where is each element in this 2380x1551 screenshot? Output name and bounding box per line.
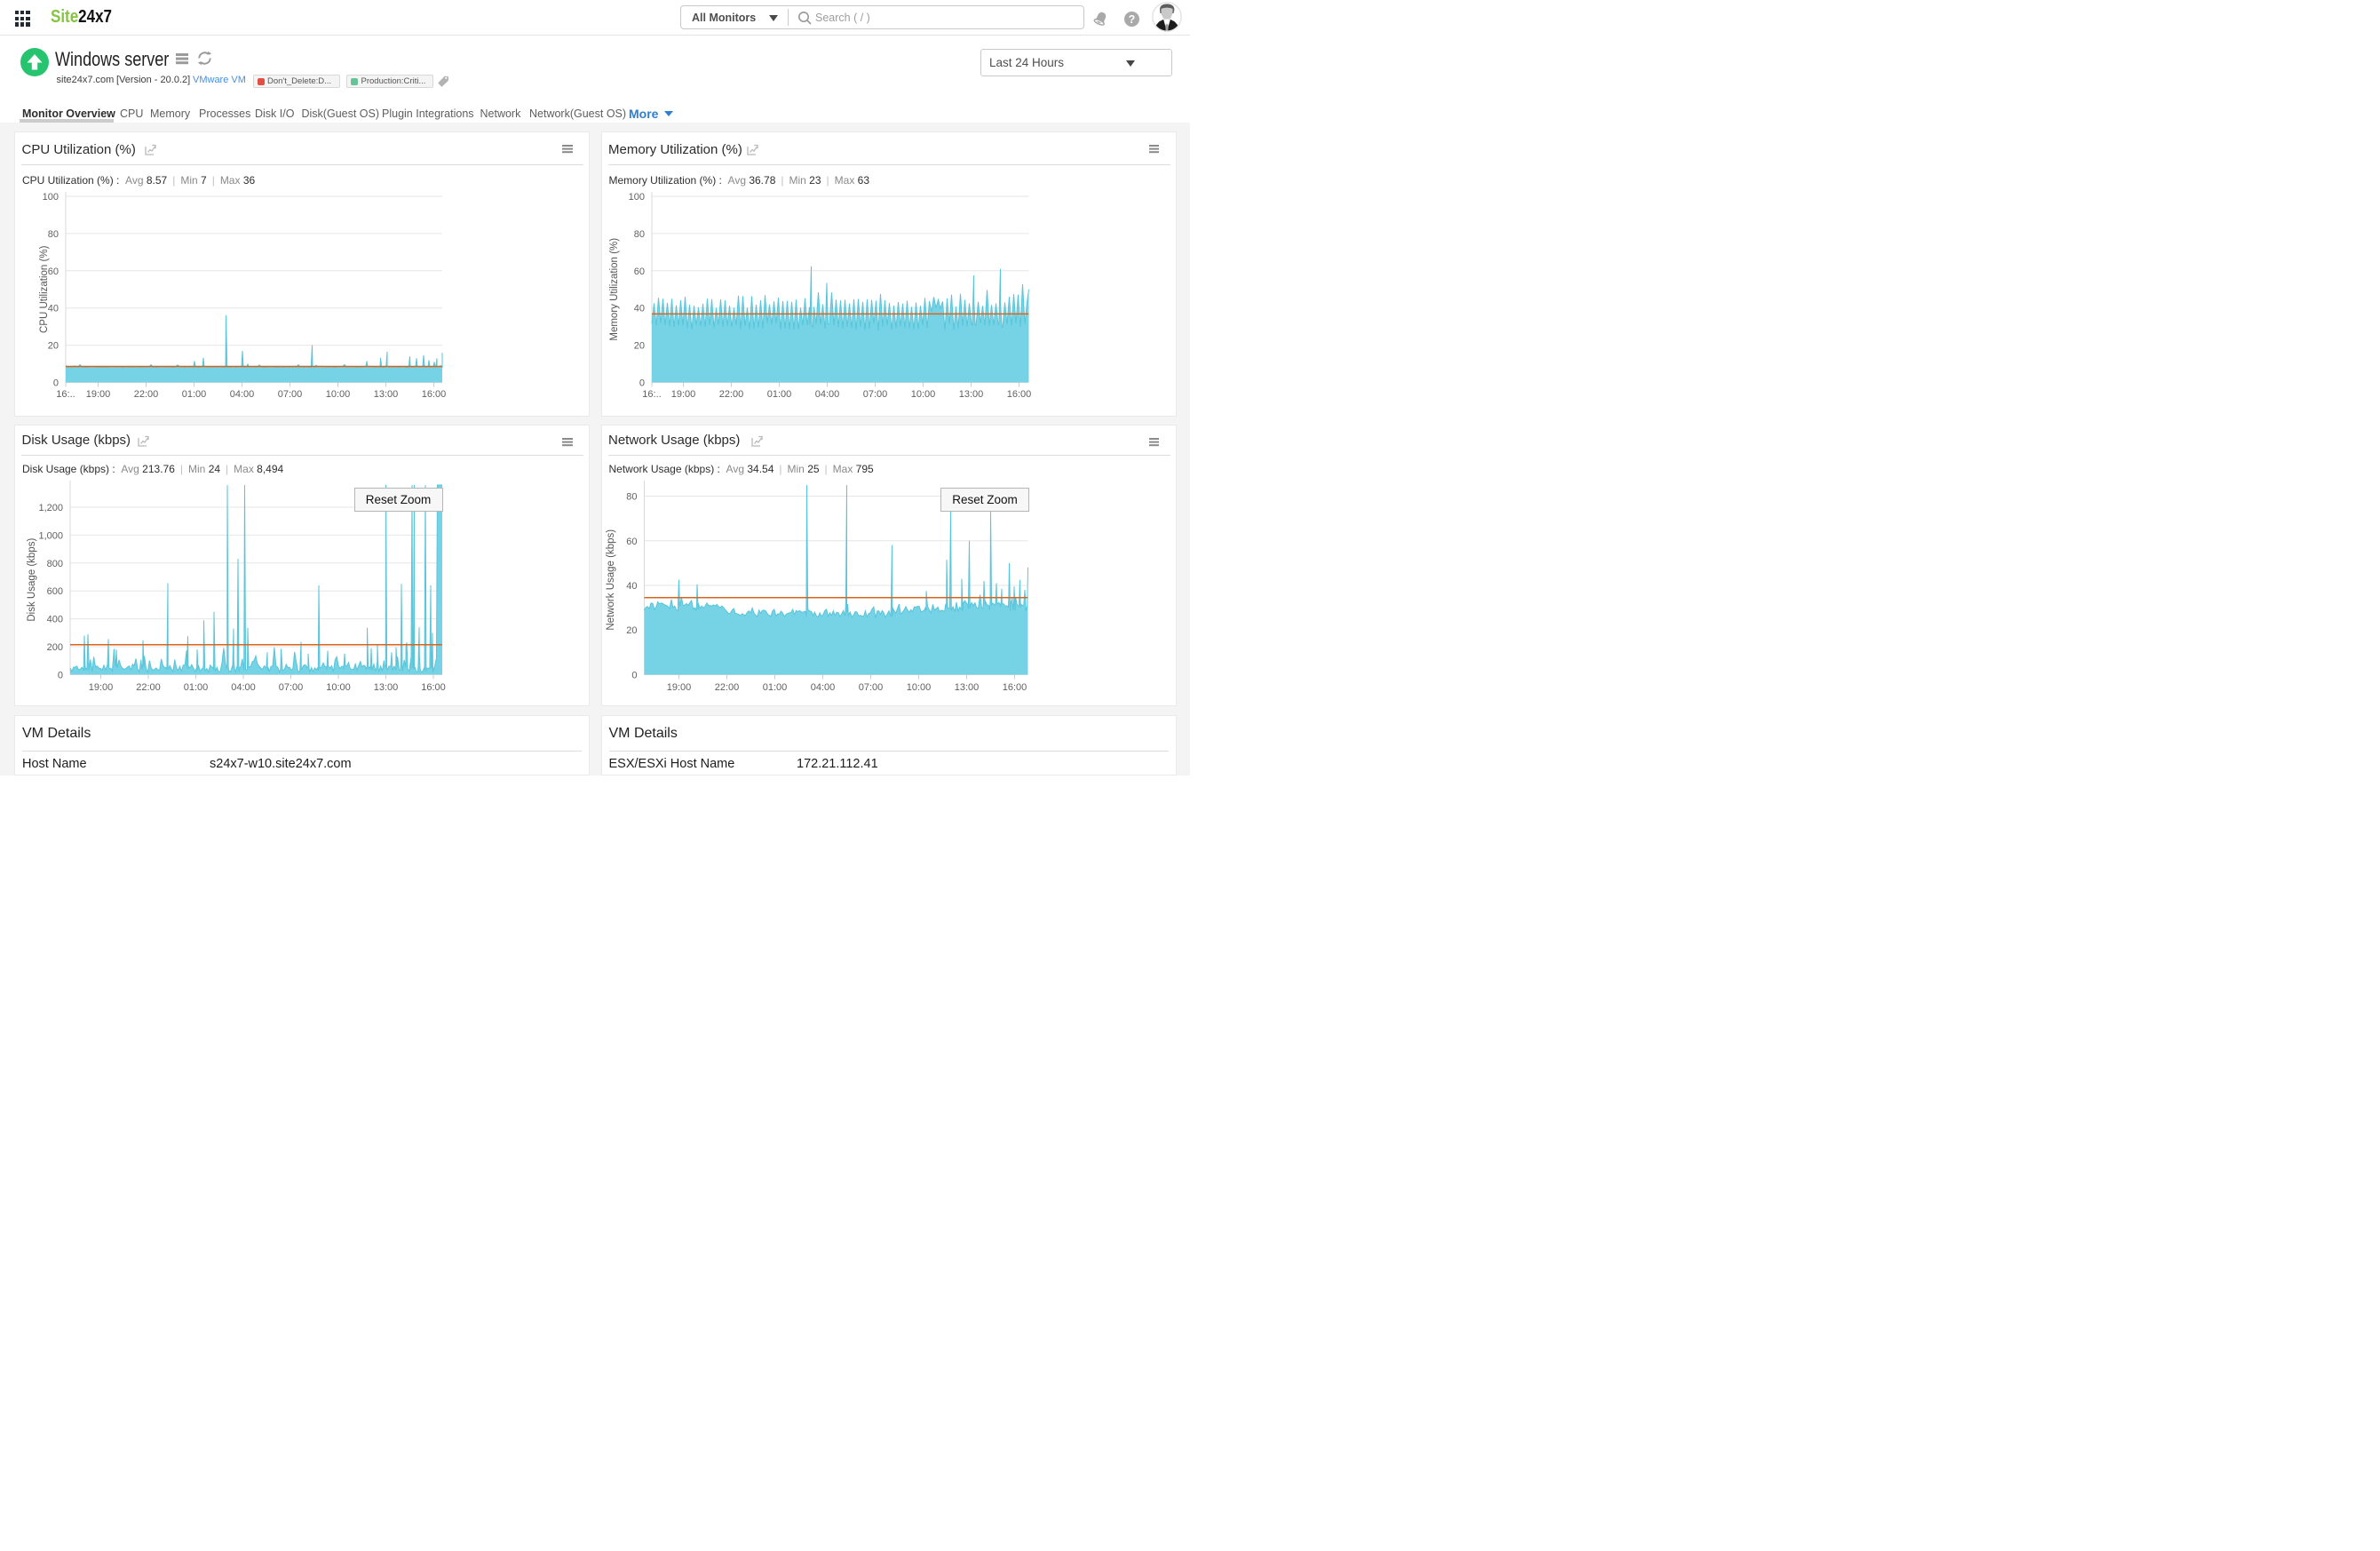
svg-text:60: 60 <box>633 266 644 277</box>
svg-text:20: 20 <box>633 341 644 352</box>
svg-text:Network Usage (kbps): Network Usage (kbps) <box>606 529 616 631</box>
svg-text:80: 80 <box>633 229 644 240</box>
svg-text:01:00: 01:00 <box>762 682 787 693</box>
svg-text:16:..: 16:.. <box>56 389 75 400</box>
svg-text:19:00: 19:00 <box>666 682 691 693</box>
svg-text:16:00: 16:00 <box>1002 682 1027 693</box>
svg-text:60: 60 <box>626 537 637 547</box>
svg-text:0: 0 <box>631 671 637 681</box>
svg-text:22:00: 22:00 <box>714 682 739 693</box>
svg-text:200: 200 <box>47 642 63 653</box>
svg-text:22:00: 22:00 <box>718 389 743 400</box>
svg-text:07:00: 07:00 <box>858 682 883 693</box>
svg-text:600: 600 <box>47 586 63 597</box>
svg-text:800: 800 <box>47 559 63 569</box>
svg-text:04:00: 04:00 <box>231 682 256 693</box>
svg-text:19:00: 19:00 <box>86 389 111 400</box>
svg-text:13:00: 13:00 <box>374 682 399 693</box>
svg-text:13:00: 13:00 <box>374 389 399 400</box>
svg-text:?: ? <box>1129 13 1136 26</box>
svg-text:0: 0 <box>53 378 59 389</box>
svg-text:01:00: 01:00 <box>182 389 207 400</box>
svg-text:1,000: 1,000 <box>38 530 63 541</box>
svg-text:1,200: 1,200 <box>38 503 63 513</box>
svg-text:20: 20 <box>626 625 637 636</box>
svg-text:16:..: 16:.. <box>642 389 661 400</box>
svg-text:10:00: 10:00 <box>910 389 935 400</box>
svg-text:10:00: 10:00 <box>906 682 931 693</box>
svg-text:13:00: 13:00 <box>958 389 983 400</box>
svg-text:19:00: 19:00 <box>89 682 114 693</box>
svg-text:0: 0 <box>58 670 63 680</box>
svg-text:CPU Utilization (%): CPU Utilization (%) <box>39 245 50 333</box>
svg-text:0: 0 <box>639 378 644 389</box>
svg-text:20: 20 <box>48 341 59 352</box>
svg-text:22:00: 22:00 <box>136 682 161 693</box>
svg-text:Disk Usage (kbps): Disk Usage (kbps) <box>27 538 37 622</box>
svg-text:01:00: 01:00 <box>766 389 791 400</box>
svg-text:100: 100 <box>43 192 59 203</box>
svg-text:07:00: 07:00 <box>862 389 887 400</box>
svg-text:10:00: 10:00 <box>326 389 351 400</box>
svg-text:40: 40 <box>633 304 644 314</box>
svg-text:100: 100 <box>628 192 644 203</box>
svg-text:16:00: 16:00 <box>422 389 447 400</box>
svg-text:04:00: 04:00 <box>230 389 255 400</box>
svg-text:19:00: 19:00 <box>670 389 695 400</box>
svg-text:Memory Utilization (%): Memory Utilization (%) <box>609 238 620 341</box>
svg-text:01:00: 01:00 <box>184 682 209 693</box>
svg-text:16:00: 16:00 <box>1006 389 1031 400</box>
svg-text:80: 80 <box>626 492 637 503</box>
svg-text:07:00: 07:00 <box>279 682 304 693</box>
svg-text:16:00: 16:00 <box>421 682 446 693</box>
svg-text:22:00: 22:00 <box>134 389 159 400</box>
svg-text:04:00: 04:00 <box>810 682 835 693</box>
svg-text:400: 400 <box>47 615 63 625</box>
svg-text:80: 80 <box>48 229 59 240</box>
svg-text:40: 40 <box>626 581 637 592</box>
svg-text:13:00: 13:00 <box>954 682 979 693</box>
svg-text:10:00: 10:00 <box>326 682 351 693</box>
svg-text:07:00: 07:00 <box>278 389 303 400</box>
svg-text:04:00: 04:00 <box>814 389 839 400</box>
